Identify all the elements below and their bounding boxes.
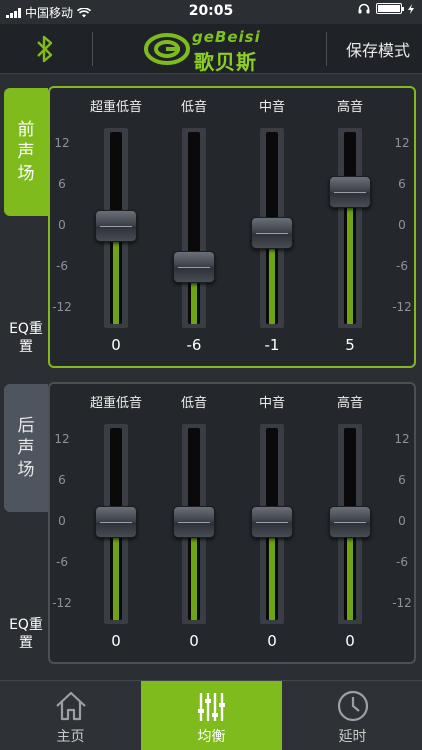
home-icon <box>56 691 86 721</box>
scale-tick: -12 <box>52 300 72 314</box>
band-label: 中音 <box>258 396 285 411</box>
scale-tick: 0 <box>398 218 406 232</box>
slider-track[interactable] <box>188 132 200 324</box>
slider-knob[interactable] <box>95 506 137 538</box>
bottom-nav: 主页 均衡 延时 <box>0 680 422 750</box>
tab-rear-label: 后声场 <box>17 416 35 480</box>
tab-front-label: 前声场 <box>17 120 35 184</box>
app-header: geBeisi 歌贝斯 保存模式 <box>0 24 422 74</box>
slider-value: 5 <box>345 336 355 354</box>
scale-tick: -12 <box>52 596 72 610</box>
scale-tick: -12 <box>392 596 412 610</box>
nav-balance-label: 均衡 <box>197 729 226 745</box>
rear-eq-reset-button[interactable]: EQ重置 <box>6 616 46 652</box>
slider-fill <box>347 191 353 324</box>
scale-tick: -12 <box>392 300 412 314</box>
band-label: 低音 <box>180 396 207 411</box>
slider-track[interactable] <box>344 132 356 324</box>
scale-tick: -6 <box>56 259 68 273</box>
slider-knob[interactable] <box>251 506 293 538</box>
slider-value: 0 <box>111 336 121 354</box>
charging-icon <box>408 3 414 14</box>
slider-value: 0 <box>345 632 355 650</box>
band-label: 高音 <box>336 100 363 115</box>
brand-latin: geBeisi <box>192 28 261 46</box>
scale-tick: 0 <box>398 514 406 528</box>
slider-value: -1 <box>264 336 280 354</box>
nav-delay-label: 延时 <box>338 729 367 745</box>
slider-knob[interactable] <box>329 506 371 538</box>
slider-value: -6 <box>186 336 202 354</box>
scale-tick: 0 <box>58 514 66 528</box>
tab-front-sound-field[interactable]: 前声场 <box>4 88 48 216</box>
slider-value: 0 <box>189 632 199 650</box>
scale-tick: 12 <box>394 432 410 446</box>
status-right <box>358 3 414 14</box>
scale-tick: -6 <box>396 259 408 273</box>
clock-icon <box>337 690 369 722</box>
slider-value: 0 <box>111 632 121 650</box>
scale-tick: -6 <box>56 555 68 569</box>
status-bar: 中国移动 20:05 <box>0 0 422 24</box>
brand-chinese: 歌贝斯 <box>194 50 257 74</box>
equalizer-icon <box>198 693 225 721</box>
band-label: 高音 <box>336 396 363 411</box>
header-divider <box>92 32 93 66</box>
band-label: 超重低音 <box>89 396 142 411</box>
scale-tick: -6 <box>396 555 408 569</box>
nav-home[interactable]: 主页 <box>0 681 141 750</box>
slider-knob[interactable] <box>95 210 137 242</box>
slider-knob[interactable] <box>329 175 371 208</box>
headphones-icon <box>358 3 370 14</box>
scale-tick: 12 <box>54 432 70 446</box>
nav-home-label: 主页 <box>56 729 85 745</box>
brand-mark-icon <box>144 33 190 65</box>
band-label: 低音 <box>180 100 207 115</box>
battery-icon <box>376 3 404 14</box>
scale-tick: 6 <box>398 177 406 191</box>
header-divider <box>326 32 327 66</box>
brand-logo: geBeisi 歌贝斯 <box>144 28 284 74</box>
bluetooth-button[interactable] <box>0 24 90 74</box>
front-eq-reset-button[interactable]: EQ重置 <box>6 320 46 356</box>
nav-delay[interactable]: 延时 <box>282 681 422 750</box>
save-mode-button[interactable]: 保存模式 <box>346 37 410 61</box>
band-label: 超重低音 <box>89 100 142 115</box>
band-label: 中音 <box>258 100 285 115</box>
scale-tick: 0 <box>58 218 66 232</box>
slider-knob[interactable] <box>173 251 215 283</box>
tab-rear-sound-field[interactable]: 后声场 <box>4 384 48 512</box>
scale-tick: 6 <box>58 177 66 191</box>
bluetooth-icon <box>37 35 53 63</box>
slider-knob[interactable] <box>251 216 293 249</box>
nav-balance[interactable]: 均衡 <box>141 681 282 750</box>
scale-tick: 12 <box>394 136 410 150</box>
slider-value: 0 <box>267 632 277 650</box>
scale-tick: 6 <box>398 473 406 487</box>
scale-tick: 12 <box>54 136 70 150</box>
scale-tick: 6 <box>58 473 66 487</box>
slider-knob[interactable] <box>173 506 215 538</box>
